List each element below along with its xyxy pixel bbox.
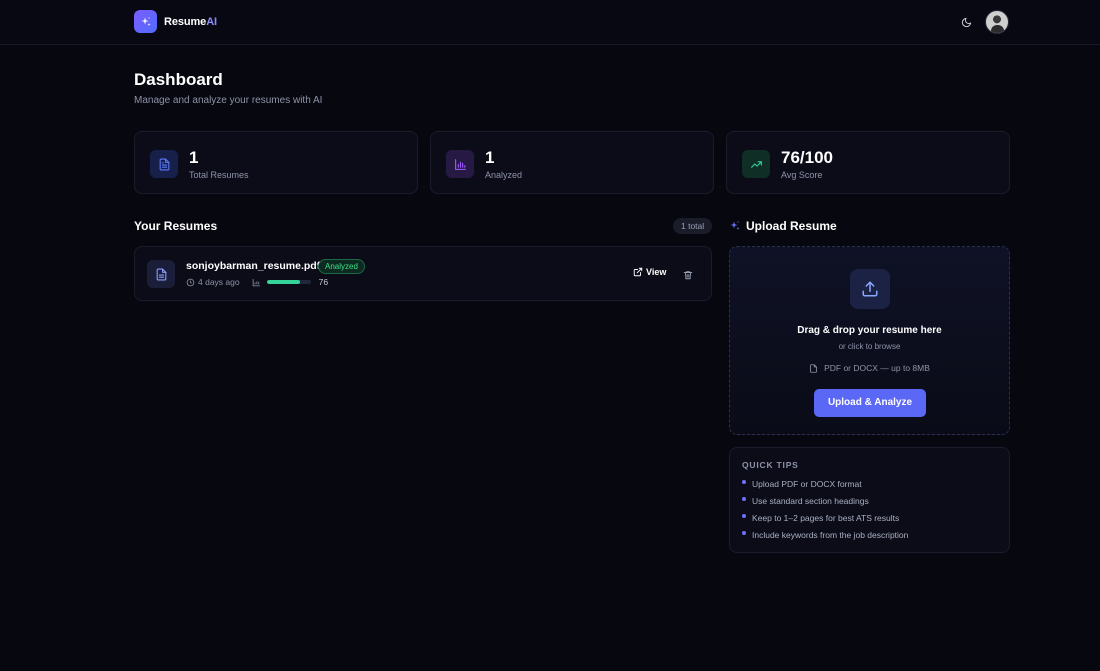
file-icon	[147, 260, 175, 288]
resume-list-item[interactable]: sonjoybarman_resume.pdf Analyzed 4 days …	[134, 246, 712, 301]
app-name: ResumeAI	[164, 16, 217, 28]
status-badge: Analyzed	[318, 259, 365, 274]
view-button-label: View	[646, 267, 667, 277]
upload-time: 4 days ago	[198, 277, 240, 287]
format-hint-text: PDF or DOCX — up to 8MB	[824, 363, 930, 373]
bar-chart-icon	[252, 278, 260, 286]
tip-item: Use standard section headings	[742, 494, 908, 511]
score-progress-fill	[266, 280, 301, 284]
resumes-section-title: Your Resumes	[134, 219, 218, 233]
upload-icon	[850, 269, 890, 309]
upload-section-title: Upload Resume	[746, 219, 837, 233]
sparkles-icon	[134, 10, 157, 33]
tip-item: Keep to 1–2 pages for best ATS results	[742, 511, 908, 528]
resume-filename: sonjoybarman_resume.pdf	[186, 260, 321, 272]
stat-value: 1	[485, 148, 495, 167]
stat-label: Avg Score	[781, 170, 823, 180]
quick-tips-card: QUICK TIPS Upload PDF or DOCX format Use…	[729, 447, 1010, 553]
upload-dropzone[interactable]: Drag & drop your resume here or click to…	[729, 246, 1010, 435]
stat-label: Total Resumes	[189, 170, 249, 180]
resume-count-badge: 1 total	[673, 218, 713, 234]
sparkles-icon	[730, 221, 740, 230]
app-logo[interactable]: ResumeAI	[134, 10, 217, 33]
upload-analyze-button[interactable]: Upload & Analyze	[814, 389, 926, 417]
bar-chart-icon	[446, 150, 474, 178]
user-avatar[interactable]	[985, 10, 1009, 34]
view-button[interactable]: View	[633, 267, 666, 277]
stat-card-avg-score: 76/100 Avg Score	[726, 131, 1010, 194]
clock-icon	[186, 278, 195, 286]
moon-icon[interactable]	[958, 14, 974, 30]
format-hint: PDF or DOCX — up to 8MB	[730, 363, 1009, 373]
page-title: Dashboard	[134, 70, 223, 89]
stat-value: 1	[189, 148, 199, 167]
stat-value: 76/100	[781, 148, 833, 167]
app-name-main: Resume	[164, 15, 207, 28]
trending-up-icon	[742, 150, 770, 178]
stat-card-analyzed: 1 Analyzed	[430, 131, 714, 194]
upload-section-header: Upload Resume	[729, 219, 837, 233]
tips-title: QUICK TIPS	[742, 460, 799, 470]
dropzone-title: Drag & drop your resume here	[797, 325, 942, 336]
tip-item: Include keywords from the job descriptio…	[742, 528, 908, 545]
resume-meta: 4 days ago 76	[186, 277, 328, 287]
trash-icon[interactable]	[683, 267, 693, 285]
external-link-icon	[633, 267, 643, 277]
dropzone-subtitle: or click to browse	[838, 342, 901, 351]
file-icon	[810, 363, 818, 373]
stat-card-total-resumes: 1 Total Resumes	[134, 131, 418, 194]
page-subtitle: Manage and analyze your resumes with AI	[134, 95, 323, 106]
top-navbar: ResumeAI	[0, 0, 1100, 45]
tip-item: Upload PDF or DOCX format	[742, 477, 908, 494]
tips-list: Upload PDF or DOCX format Use standard s…	[742, 477, 908, 545]
score-value: 76	[318, 277, 329, 287]
score-progress-bar	[266, 280, 311, 284]
stat-label: Analyzed	[485, 170, 523, 180]
document-icon	[150, 150, 178, 178]
app-name-accent: AI	[206, 15, 218, 28]
